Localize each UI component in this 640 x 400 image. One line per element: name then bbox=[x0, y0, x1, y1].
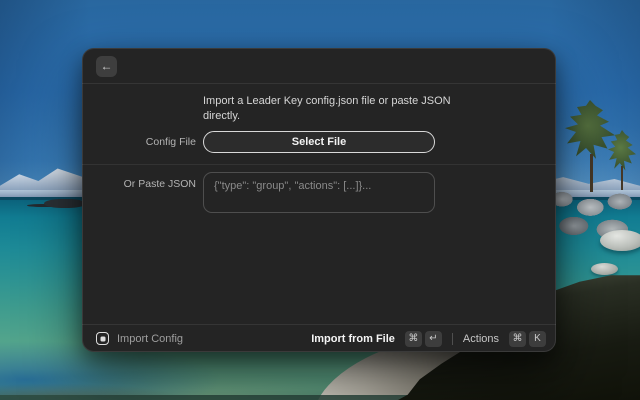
paste-json-label: Or Paste JSON bbox=[82, 178, 196, 190]
config-file-label: Config File bbox=[82, 136, 196, 148]
actions-menu-button[interactable]: Actions ⌘ K bbox=[461, 329, 548, 349]
dialog-header: ← bbox=[82, 48, 556, 84]
import-from-file-label: Import from File bbox=[311, 333, 395, 345]
paste-json-textarea[interactable] bbox=[203, 172, 435, 213]
footer-separator bbox=[452, 333, 453, 345]
dialog-footer: Import Config Import from File ⌘ ↵ Actio… bbox=[82, 324, 556, 352]
form-divider bbox=[82, 164, 556, 165]
footer-command-title: Import Config bbox=[117, 333, 183, 345]
leader-key-app-icon bbox=[96, 332, 109, 345]
back-button[interactable]: ← bbox=[96, 56, 117, 77]
k-key-icon: K bbox=[529, 331, 546, 347]
back-arrow-icon: ← bbox=[101, 59, 113, 73]
cmd-key-icon: ⌘ bbox=[509, 331, 526, 347]
dialog-body: Import a Leader Key config.json file or … bbox=[82, 85, 556, 324]
import-description: Import a Leader Key config.json file or … bbox=[203, 94, 455, 124]
wallpaper-water-boulder-small bbox=[591, 263, 618, 275]
select-file-button[interactable]: Select File bbox=[203, 131, 435, 153]
actions-menu-label: Actions bbox=[463, 333, 499, 345]
wallpaper-pine-tree-small bbox=[608, 130, 636, 190]
import-from-file-button[interactable]: Import from File ⌘ ↵ bbox=[309, 329, 444, 349]
return-key-icon: ↵ bbox=[425, 331, 442, 347]
wallpaper-shore-rocks bbox=[44, 199, 86, 208]
import-config-dialog: ← Import a Leader Key config.json file o… bbox=[82, 48, 556, 352]
cmd-key-icon: ⌘ bbox=[405, 331, 422, 347]
wallpaper-water-boulder bbox=[600, 230, 640, 251]
footer-actions: Import from File ⌘ ↵ Actions ⌘ K bbox=[309, 329, 548, 349]
